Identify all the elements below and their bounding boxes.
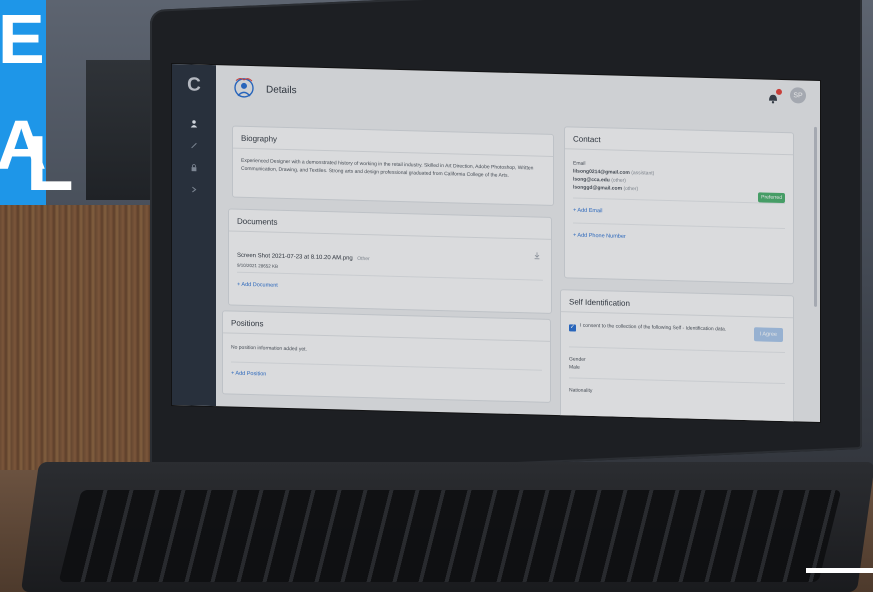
biography-card: Biography Experienced Designer with a de… xyxy=(232,125,554,207)
scrollbar[interactable] xyxy=(814,126,817,307)
add-phone-link[interactable]: + Add Phone Number xyxy=(565,223,793,253)
email-type: (other) xyxy=(611,177,626,184)
background-shelf xyxy=(86,60,156,200)
contact-card: Contact Email lilsong0214@gmail.com (ass… xyxy=(564,126,794,285)
page-title: Details xyxy=(266,84,297,97)
banner-letter: E xyxy=(0,0,45,78)
app-logo[interactable]: C xyxy=(172,74,216,97)
pencil-icon[interactable] xyxy=(172,134,216,157)
nationality-label: Nationality xyxy=(569,387,593,395)
email-type: (assistant) xyxy=(631,170,655,177)
profile-illustration-icon xyxy=(234,78,254,98)
lock-icon[interactable] xyxy=(172,156,216,179)
document-file-type: Other xyxy=(357,255,370,263)
consent-text: I consent to the collection of the follo… xyxy=(580,322,727,333)
chevron-right-icon[interactable] xyxy=(172,178,216,201)
sidebar: C xyxy=(172,64,216,407)
wood-wall xyxy=(0,205,150,485)
email-type: (other) xyxy=(623,185,639,193)
user-avatar[interactable]: SP xyxy=(790,87,806,104)
document-file-name[interactable]: Screen Shot 2021-07-23 at 8.10.20 AM.png xyxy=(237,253,353,262)
email-address: lsong@cca.edu xyxy=(573,176,610,184)
banner-letter: L xyxy=(26,119,74,207)
documents-card: Documents Screen Shot 2021-07-23 at 8.10… xyxy=(228,208,552,314)
preferred-badge: Preferred xyxy=(758,192,785,204)
positions-card: Positions No position information added … xyxy=(222,310,551,403)
notification-badge xyxy=(776,88,782,95)
accent-line xyxy=(806,568,873,573)
agree-button[interactable]: I Agree xyxy=(753,327,783,342)
user-icon[interactable] xyxy=(172,112,216,135)
self-identification-card: Self Identification ✓ I consent to the c… xyxy=(560,289,794,422)
consent-checkbox[interactable]: ✓ xyxy=(569,324,576,332)
laptop-screen: C Details SP Biography Experienced Desig… xyxy=(172,64,820,422)
keyboard xyxy=(58,490,842,582)
download-icon[interactable] xyxy=(533,251,541,260)
email-address: lsonggd@gmail.com xyxy=(573,184,623,192)
